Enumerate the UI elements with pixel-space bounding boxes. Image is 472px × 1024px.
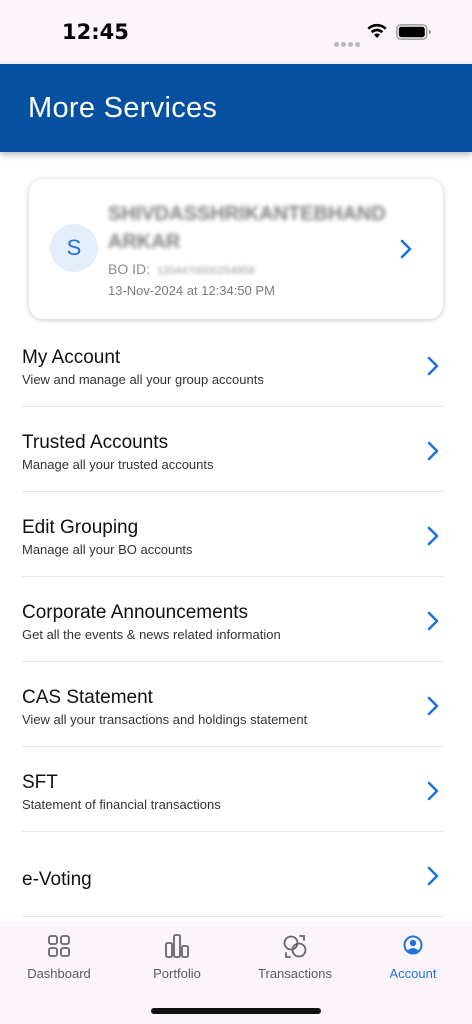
bo-id-label: BO ID: (108, 261, 151, 277)
profile-name: SHIVDASSHRIKANTEBHANDARKAR (108, 203, 386, 253)
chevron-right-icon (427, 781, 439, 801)
menu-item-edit-grouping[interactable]: Edit Grouping Manage all your BO account… (0, 492, 472, 577)
app-header: More Services (0, 64, 472, 152)
home-indicator (151, 1008, 321, 1014)
menu-item-title: Trusted Accounts (22, 432, 169, 453)
menu-item-my-account[interactable]: My Account View and manage all your grou… (0, 322, 472, 407)
divider (22, 916, 444, 917)
tab-transactions[interactable]: Transactions (236, 932, 354, 981)
page-title: More Services (28, 92, 218, 124)
menu-item-title: e-Voting (22, 869, 92, 890)
user-circle-icon (403, 935, 423, 955)
menu-item-title: My Account (22, 347, 121, 368)
menu-item-title: SFT (22, 772, 58, 793)
status-time: 12:45 (62, 20, 129, 44)
bar-chart-icon (165, 934, 189, 958)
menu-item-subtitle: View all your transactions and holdings … (22, 712, 308, 727)
menu-item-title: Edit Grouping (22, 517, 139, 538)
menu-item-subtitle: View and manage all your group accounts (22, 372, 264, 387)
signal-icon (334, 34, 362, 52)
tab-label: Portfolio (153, 966, 201, 981)
menu-item-subtitle: Get all the events & news related inform… (22, 627, 281, 642)
grid-icon (48, 935, 70, 957)
menu-item-subtitle: Statement of financial transactions (22, 797, 221, 812)
menu-item-sft[interactable]: SFT Statement of financial transactions (0, 747, 472, 832)
profile-timestamp: 13-Nov-2024 at 12:34:50 PM (108, 283, 275, 298)
chevron-right-icon (427, 526, 439, 546)
chevron-right-icon (427, 611, 439, 631)
chevron-right-icon (427, 441, 439, 461)
bo-id-line: BO ID: 1204470000254958 (108, 261, 255, 277)
menu-item-subtitle: Manage all your BO accounts (22, 542, 193, 557)
chevron-right-icon (427, 866, 439, 886)
services-menu: My Account View and manage all your grou… (0, 322, 472, 917)
menu-item-subtitle: Manage all your trusted accounts (22, 457, 214, 472)
menu-item-corporate-announcements[interactable]: Corporate Announcements Get all the even… (0, 577, 472, 662)
wifi-icon (367, 23, 387, 38)
tab-label: Transactions (258, 966, 332, 981)
menu-item-cas-statement[interactable]: CAS Statement View all your transactions… (0, 662, 472, 747)
tab-label: Dashboard (27, 966, 91, 981)
profile-card[interactable]: S SHIVDASSHRIKANTEBHANDARKAR BO ID: 1204… (29, 179, 443, 319)
menu-item-title: Corporate Announcements (22, 602, 249, 623)
exchange-icon (283, 935, 307, 958)
tab-label: Account (389, 966, 437, 981)
menu-item-title: CAS Statement (22, 687, 153, 708)
tab-dashboard[interactable]: Dashboard (0, 932, 118, 981)
menu-item-trusted-accounts[interactable]: Trusted Accounts Manage all your trusted… (0, 407, 472, 492)
status-bar: 12:45 (0, 0, 472, 64)
tab-account[interactable]: Account (354, 932, 472, 981)
battery-icon (396, 24, 431, 40)
bo-id-value: 1204470000254958 (156, 265, 255, 277)
chevron-right-icon (400, 239, 412, 259)
menu-item-e-voting[interactable]: e-Voting (0, 832, 472, 917)
tab-portfolio[interactable]: Portfolio (118, 932, 236, 981)
chevron-right-icon (427, 356, 439, 376)
chevron-right-icon (427, 696, 439, 716)
avatar: S (50, 224, 98, 272)
